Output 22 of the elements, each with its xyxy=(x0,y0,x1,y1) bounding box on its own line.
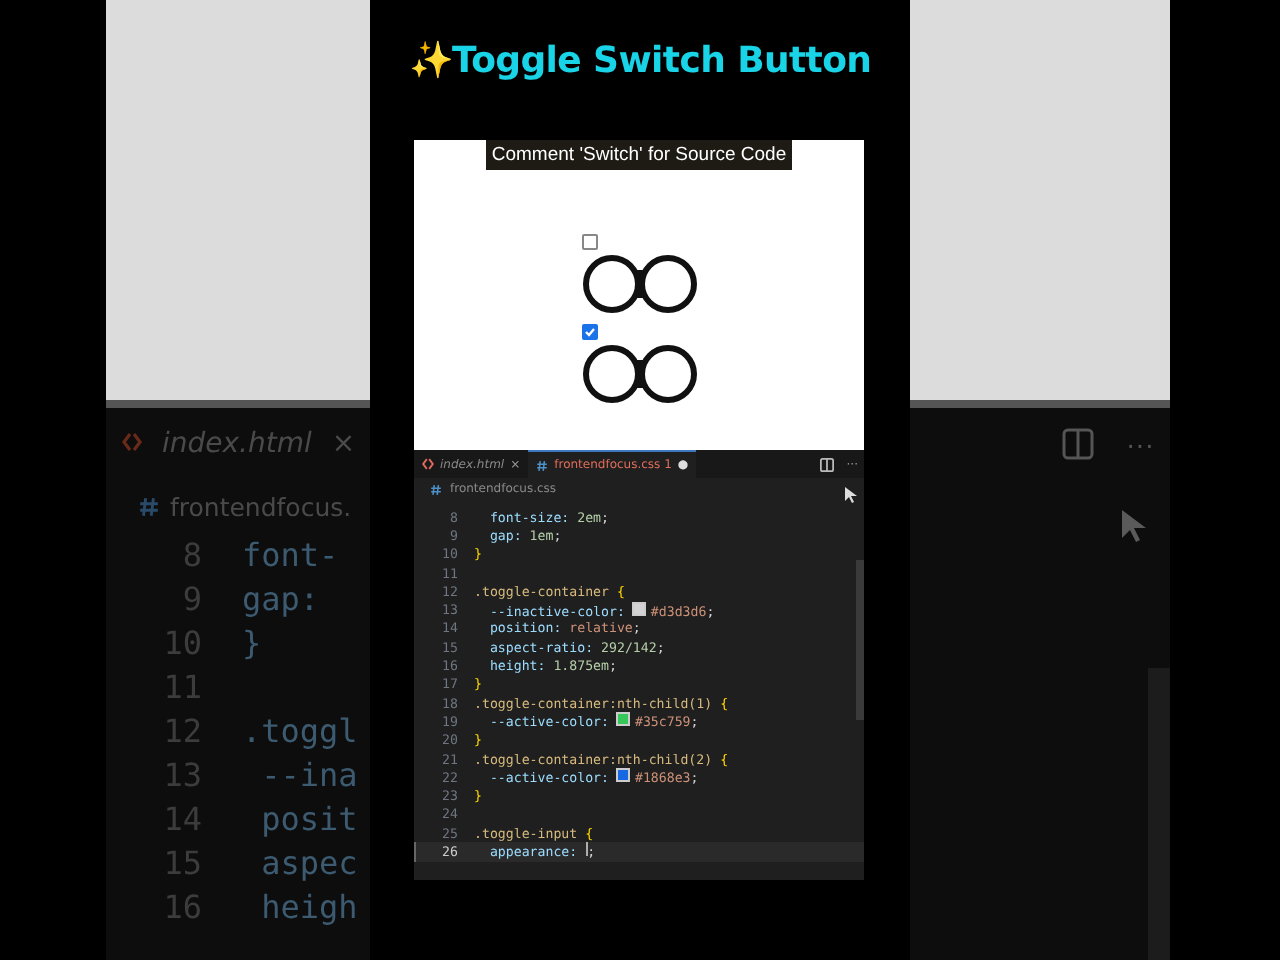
split-editor-icon[interactable] xyxy=(820,457,835,471)
video-title: ✨Toggle Switch Button xyxy=(408,38,872,86)
double-ring-drawing xyxy=(581,344,697,404)
code-line: gap: xyxy=(242,579,320,617)
caption: Comment 'Switch' for Source Code xyxy=(485,140,793,170)
cursor-icon xyxy=(1120,508,1148,544)
code-line: --ina xyxy=(259,755,358,793)
cursor-icon xyxy=(844,486,858,504)
double-ring-drawing xyxy=(581,254,697,314)
code-line: posit xyxy=(259,799,358,837)
checkbox[interactable] xyxy=(581,324,597,340)
hash-icon xyxy=(138,495,160,517)
checkbox[interactable] xyxy=(581,234,597,250)
code-icon xyxy=(422,458,434,470)
code-line: .toggl xyxy=(242,711,358,749)
hash-icon xyxy=(430,483,442,495)
code-line: heigh xyxy=(259,887,358,925)
code-line: font- xyxy=(242,535,339,573)
code-line: aspec xyxy=(259,843,358,881)
hash-icon xyxy=(536,459,549,471)
code-line: } xyxy=(242,623,262,661)
scrollbar[interactable] xyxy=(1148,668,1170,960)
